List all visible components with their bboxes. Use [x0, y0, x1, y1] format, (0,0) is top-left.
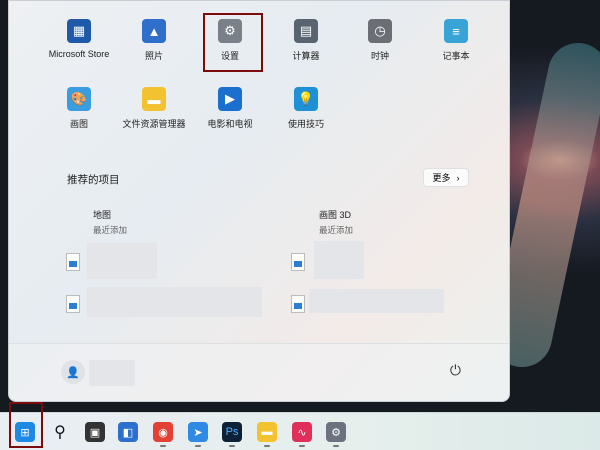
pinned-app[interactable]: ≡ 记事本: [418, 19, 494, 62]
app-label: Microsoft Store: [48, 49, 110, 59]
running-indicator: [160, 445, 166, 447]
redacted-file: [87, 243, 157, 279]
folder-icon: ▬: [142, 87, 166, 111]
file-icon[interactable]: [291, 295, 305, 313]
clock-icon: ◷: [368, 19, 392, 43]
app-label: 文件资源管理器: [122, 119, 186, 129]
app-label: 记事本: [442, 51, 470, 61]
redacted-file: [314, 241, 364, 279]
user-avatar-icon[interactable]: 👤: [61, 360, 85, 384]
app-label: 时钟: [370, 51, 389, 61]
pinned-app[interactable]: ▤ 计算器: [268, 19, 344, 62]
tips-icon: 💡: [294, 87, 318, 111]
pinned-app[interactable]: ◷ 时钟: [342, 19, 418, 62]
feishu-icon[interactable]: ➤: [188, 422, 208, 442]
file-icon[interactable]: [66, 253, 80, 271]
more-label: 更多: [432, 173, 451, 183]
movies-icon: ▶: [218, 87, 242, 111]
chevron-right-icon: ›: [456, 172, 460, 183]
app-label: 计算器: [292, 51, 320, 61]
start-menu: ▦ Microsoft Store ▲ 照片 ⚙ 设置 ▤ 计算器 ◷ 时钟 ≡ 记事本 🎨 画图 ▬ 文件资…: [8, 0, 510, 402]
paint-icon: 🎨: [67, 87, 91, 111]
app-label: 电影和电视: [207, 119, 253, 129]
redacted-username: [89, 360, 135, 386]
start-footer: 👤 ⏻: [9, 343, 509, 401]
file-icon[interactable]: [291, 253, 305, 271]
recommended-item-maps[interactable]: 地图 最近添加: [93, 208, 127, 236]
taskbar: ⊞ ⚲ ▣ ◧ ◉ ➤ Ps ▬ ∿ ⚙: [0, 412, 600, 450]
settings-icon[interactable]: ⚙: [326, 422, 346, 442]
app-label: 使用技巧: [287, 119, 324, 129]
item-name: 画图 3D: [319, 210, 352, 220]
pinned-app[interactable]: ▶ 电影和电视: [192, 87, 268, 130]
chrome-icon[interactable]: ◉: [153, 422, 173, 442]
power-icon[interactable]: ⏻: [450, 362, 461, 379]
photos-icon: ▲: [142, 19, 166, 43]
item-subtitle: 最近添加: [93, 225, 128, 235]
search-icon[interactable]: ⚲: [50, 422, 70, 442]
pinned-app[interactable]: ▦ Microsoft Store: [41, 19, 117, 59]
recommended-item-paint3d[interactable]: 画图 3D 最近添加: [319, 208, 353, 236]
redacted-file: [309, 289, 444, 313]
file-explorer-icon[interactable]: ▬: [257, 422, 277, 442]
more-button[interactable]: 更多 ›: [423, 168, 469, 187]
store-icon: ▦: [67, 19, 91, 43]
notepad-icon: ≡: [444, 19, 468, 43]
item-subtitle: 最近添加: [319, 225, 354, 235]
recommended-title: 推荐的项目: [67, 174, 120, 186]
pinned-app[interactable]: ▲ 照片: [116, 19, 192, 62]
running-indicator: [299, 445, 305, 447]
widgets-icon[interactable]: ◧: [118, 422, 138, 442]
running-indicator: [195, 445, 201, 447]
running-indicator: [229, 445, 235, 447]
pinned-app[interactable]: ▬ 文件资源管理器: [116, 87, 192, 130]
item-name: 地图: [93, 210, 112, 220]
file-icon[interactable]: [66, 295, 80, 313]
running-indicator: [264, 445, 270, 447]
running-indicator: [333, 445, 339, 447]
highlight-box: [9, 402, 43, 448]
app-label: 照片: [144, 51, 163, 61]
calculator-icon: ▤: [294, 19, 318, 43]
photoshop-icon[interactable]: Ps: [222, 422, 242, 442]
highlight-box: [203, 13, 263, 72]
app-label: 画图: [69, 119, 88, 129]
redacted-file: [87, 287, 262, 317]
pinned-app[interactable]: 🎨 画图: [41, 87, 117, 130]
task-view-icon[interactable]: ▣: [85, 422, 105, 442]
app-icon[interactable]: ∿: [292, 422, 312, 442]
pinned-app[interactable]: 💡 使用技巧: [268, 87, 344, 130]
